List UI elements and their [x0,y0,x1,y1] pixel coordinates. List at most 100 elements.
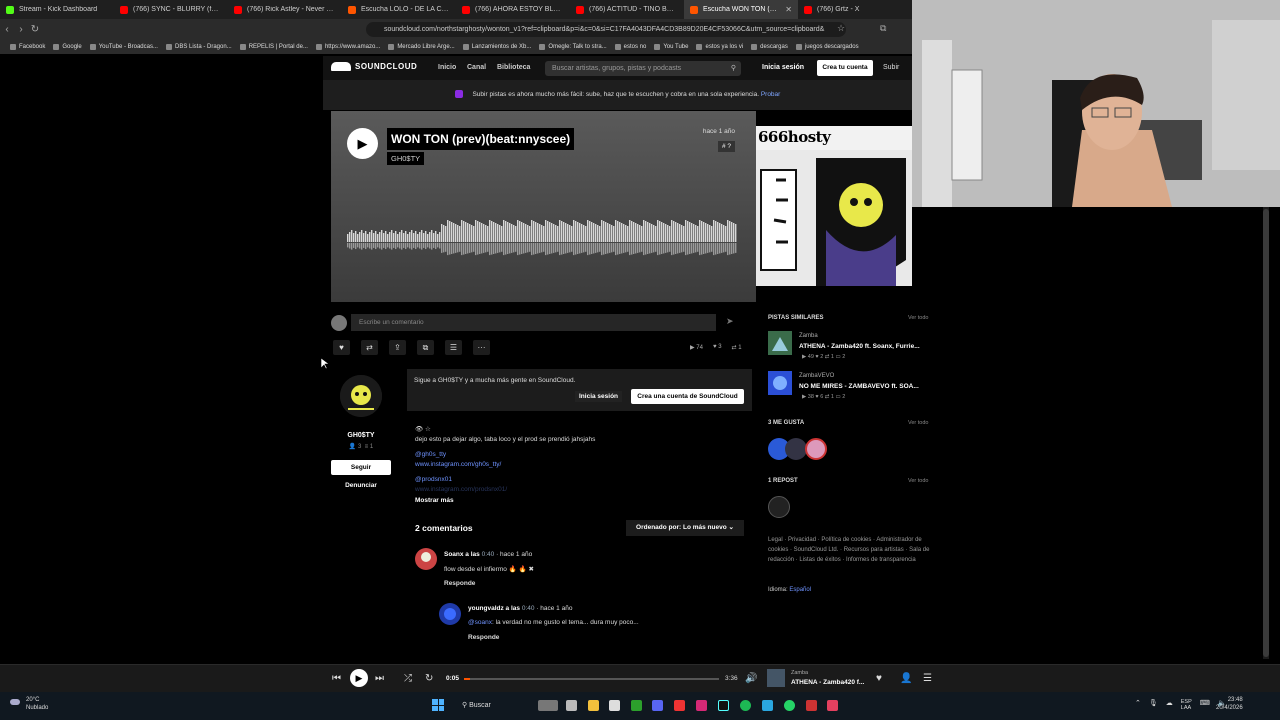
similar-track-title[interactable]: NO ME MIRES - ZAMBAVEVO ft. SOA... [799,383,919,390]
cloud-sync-icon[interactable]: ☁ [1166,699,1173,711]
soundcloud-logo[interactable]: SOUNDCLOUD [331,62,417,71]
artist-avatar[interactable] [340,375,382,417]
search-icon[interactable]: ⚲ [731,61,736,76]
language-indicator[interactable]: ESP LAA [1181,699,1192,711]
task-view-icon[interactable] [566,700,577,711]
bookmark-item[interactable]: Google [53,44,82,50]
comment-avatar[interactable] [415,548,437,570]
card-login-button[interactable]: Inicia sesión [575,391,623,402]
bookmark-item[interactable]: https://www.amazo... [315,44,380,50]
extensions-icon[interactable]: ⧉ [880,23,886,34]
report-link[interactable]: Denunciar [331,482,391,489]
bookmark-item[interactable]: DBS Lista - Dragon... [165,44,232,50]
network-icon[interactable]: ⌨ [1200,699,1210,711]
show-more-button[interactable]: Mostrar más [415,497,454,504]
close-tab-icon[interactable]: ✕ [785,5,792,14]
banner-try-link[interactable]: Probar [761,91,781,98]
spotify-icon[interactable] [740,700,751,711]
next-icon[interactable]: ⏭ [375,673,384,684]
similar-track-title[interactable]: ATHENA - Zamba420 ft. Soanx, Furrie... [799,343,920,350]
footer-links[interactable]: Legal · Privacidad · Política de cookies… [768,535,934,565]
reply-button[interactable]: Responde [444,580,475,587]
now-playing-artist[interactable]: Zamba [791,670,808,676]
taskbar-search[interactable]: ⚲ Buscar [452,696,532,715]
view-all-reposts[interactable]: Ver todo [908,478,929,484]
bookmark-item[interactable]: Mercado Libre Arge... [388,44,455,50]
follow-button[interactable]: Seguir [331,460,391,475]
scrollbar-thumb[interactable] [1263,209,1269,657]
repost-button[interactable]: ⇄ [361,340,378,355]
description-mention-1[interactable]: @gh0s_tty [415,451,446,458]
description-mention-2[interactable]: @prodsnx01 [415,476,452,483]
bookmark-star-icon[interactable]: ☆ [837,23,845,34]
copy-link-button[interactable]: ⧉ [417,340,434,355]
comment-input[interactable]: Escribe un comentario [351,314,716,331]
volume-icon[interactable]: 🔊 [745,673,757,684]
queue-icon[interactable]: ☰ [923,673,932,684]
browser-tab[interactable]: (766) Grtz - X [798,0,912,19]
shuffle-icon[interactable]: ⤮ [404,673,412,684]
bookmark-item[interactable]: descargas [751,44,788,50]
bookmark-item[interactable]: estos no [614,44,646,50]
reload-icon[interactable]: ↻ [28,24,42,35]
repeat-icon[interactable]: ↻ [425,673,433,684]
previous-icon[interactable]: ⏮ [332,673,341,684]
browser-tab[interactable]: (766) SYNC - BLURRY (feat Duki) - Yo [114,0,228,19]
search-input[interactable]: Buscar artistas, grupos, pistas y podcas… [545,61,741,76]
more-button[interactable]: ··· [473,340,490,355]
whatsapp-icon[interactable] [784,700,795,711]
browser-tab[interactable]: Stream - Kick Dashboard [0,0,114,19]
chevron-up-icon[interactable]: ⌃ [1135,699,1141,711]
bookmark-item[interactable]: estos ya los vi [696,44,743,50]
bookmark-item[interactable]: YouTube - Broadcas... [89,44,158,50]
nav-home[interactable]: Inicio [438,64,456,71]
similar-track-artist[interactable]: Zamba [799,333,818,339]
store-icon[interactable] [609,700,620,711]
xbox-icon[interactable] [631,700,642,711]
artist-name[interactable]: GH0$TY [331,432,391,439]
similar-track-artist[interactable]: ZambaVEVO [799,373,834,379]
browser-tab[interactable]: (766) Rick Astley - Never Gonna Give [228,0,342,19]
description-link-1[interactable]: www.instagram.com/gh0s_tty/ [415,461,501,468]
login-button[interactable]: Inicia sesión [762,64,804,71]
browser-tab[interactable]: (766) AHORA ESTOY BLESS - YouTub [456,0,570,19]
tiktok-icon[interactable] [718,700,729,711]
follow-user-icon[interactable]: 👤 [900,673,912,684]
now-playing-title[interactable]: ATHENA - Zamba420 f... [791,679,864,686]
app-icon[interactable] [762,700,773,711]
browser-tab[interactable]: (766) ACTITUD - TINO BG - YouTube [570,0,684,19]
browser-tab[interactable]: Escucha WON TON (prev)(beat:n✕ [684,0,798,19]
bookmark-item[interactable]: Facebook [10,44,45,50]
now-playing-thumb[interactable] [767,669,785,687]
progress-bar[interactable] [464,678,719,680]
share-button[interactable]: ⇪ [389,340,406,355]
weather-widget[interactable]: 20°C Nublado [10,696,48,712]
bookmark-item[interactable]: REPELIS | Portal de... [239,44,308,50]
reply-button[interactable]: Responde [468,634,499,641]
play-button[interactable]: ▶ [347,128,378,159]
bookmark-item[interactable]: Omegle: Talk to stra... [539,44,607,50]
waveform[interactable] [347,218,737,266]
mic-icon[interactable]: 🎙 [1149,699,1158,711]
bookmark-item[interactable]: juegos descargados [795,44,859,50]
url-field[interactable]: soundcloud.com/northstarghosty/wonton_v1… [366,22,846,37]
like-user-avatar[interactable] [785,438,807,460]
add-to-playlist-button[interactable]: ☰ [445,340,462,355]
discord-icon[interactable] [652,700,663,711]
signup-button[interactable]: Crea tu cuenta [817,60,873,76]
like-user-avatar[interactable] [805,438,827,460]
nav-library[interactable]: Biblioteca [497,64,530,71]
like-button[interactable]: ♥ [333,340,350,355]
brave-icon[interactable] [674,700,685,711]
comment-avatar[interactable] [439,603,461,625]
instagram-icon[interactable] [696,700,707,711]
copilot-icon[interactable] [538,700,558,711]
file-explorer-icon[interactable] [588,700,599,711]
back-icon[interactable]: ‹ [0,24,14,35]
card-signup-button[interactable]: Crea una cuenta de SoundCloud [631,389,744,404]
send-icon[interactable]: ➤ [726,316,734,327]
like-icon[interactable]: ♥ [876,673,882,684]
app-icon[interactable] [806,700,817,711]
browser-tab[interactable]: Escucha LOLO - DE LA CAMA AL CU [342,0,456,19]
bookmark-item[interactable]: Lanzamientos de Xb... [462,44,531,50]
